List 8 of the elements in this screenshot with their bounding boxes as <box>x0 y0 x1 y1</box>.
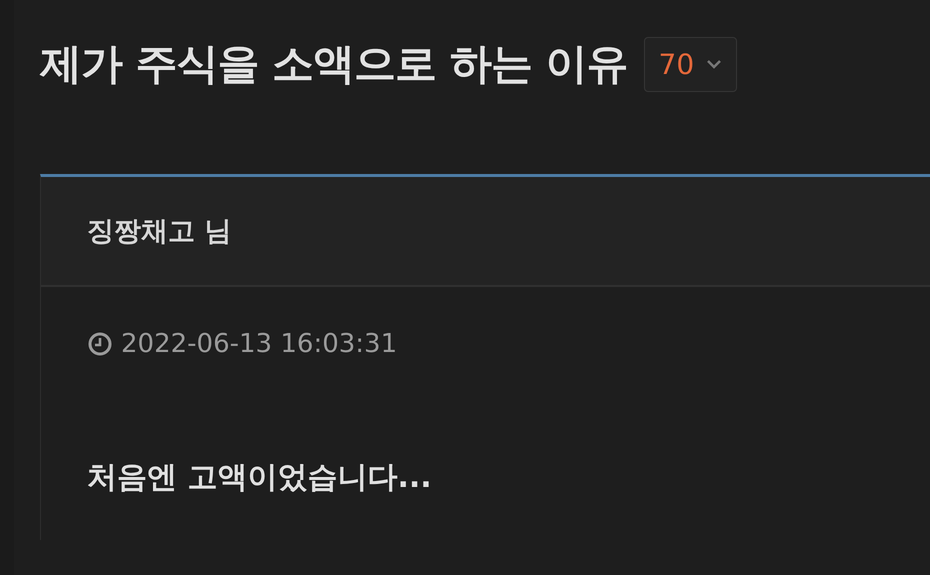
post-body: 처음엔 고액이었습니다... <box>87 459 433 497</box>
clock-icon <box>87 331 113 357</box>
vote-count: 70 <box>658 48 694 80</box>
author-name: 징짱채고 님 <box>87 215 232 249</box>
post-title: 제가 주식을 소액으로 하는 이유 <box>40 38 628 90</box>
caret-icon <box>706 59 722 69</box>
post-timestamp: 2022-06-13 16:03:31 <box>121 329 398 359</box>
vote-dropdown[interactable]: 70 <box>644 36 738 92</box>
